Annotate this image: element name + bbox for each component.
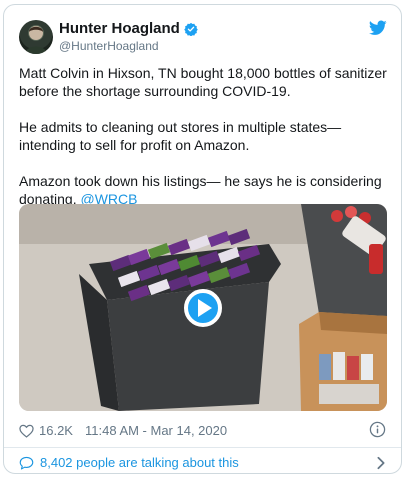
tweet-paragraph-2: He admits to cleaning out stores in mult…: [19, 119, 342, 153]
talking-link[interactable]: 8,402 people are talking about this: [19, 455, 239, 470]
video-thumbnail: [19, 204, 387, 411]
verified-badge-icon: [184, 22, 198, 36]
tweet-paragraph-3-text: Amazon took down his listings— he says h…: [19, 173, 382, 207]
author-name[interactable]: Hunter Hoagland: [59, 20, 180, 37]
play-icon[interactable]: [184, 289, 222, 327]
info-icon[interactable]: [369, 421, 386, 438]
timestamp[interactable]: 11:48 AM - Mar 14, 2020: [85, 423, 227, 438]
twitter-bird-icon[interactable]: [369, 20, 387, 36]
video-player[interactable]: [19, 204, 387, 411]
speech-bubble-icon: [19, 456, 34, 469]
like-count[interactable]: 16.2K: [39, 423, 73, 438]
chevron-right-icon[interactable]: [376, 456, 386, 470]
divider: [4, 447, 401, 448]
heart-icon[interactable]: [19, 424, 34, 438]
tweet-paragraph-3: Amazon took down his listings— he says h…: [19, 172, 391, 208]
tweet-text: Matt Colvin in Hixson, TN bought 18,000 …: [19, 64, 391, 226]
avatar[interactable]: [19, 20, 53, 54]
talking-text[interactable]: 8,402 people are talking about this: [40, 455, 239, 470]
tweet-card[interactable]: Hunter Hoagland @HunterHoagland Matt Col…: [3, 4, 402, 474]
author-handle[interactable]: @HunterHoagland: [59, 39, 159, 53]
tweet-paragraph-1: Matt Colvin in Hixson, TN bought 18,000 …: [19, 65, 387, 99]
